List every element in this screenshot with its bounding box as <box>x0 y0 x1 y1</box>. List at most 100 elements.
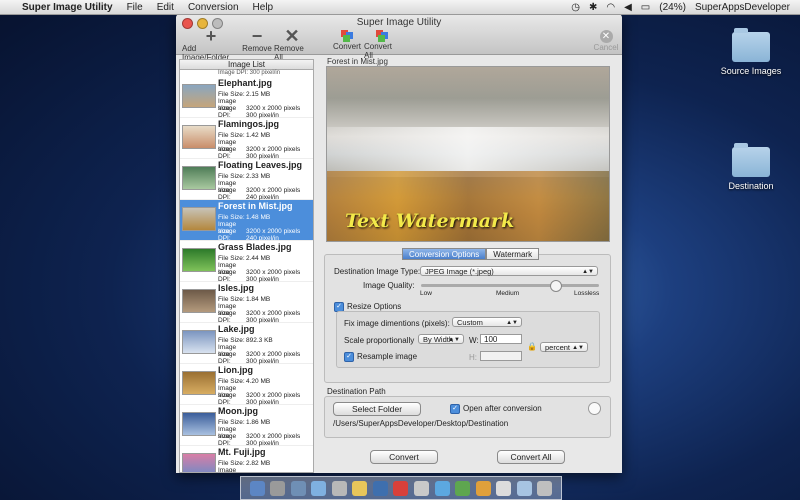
image-name: Mt. Fuji.jpg <box>218 447 266 457</box>
meta-label: File Size: <box>218 337 245 344</box>
lock-icon[interactable]: 🔒 <box>527 342 537 351</box>
launchpad-icon[interactable] <box>270 480 286 496</box>
meta-label: Image size: <box>218 467 237 473</box>
width-input[interactable]: 100 <box>480 334 522 344</box>
image-size-meta: File Size:2.15 MB <box>218 91 270 98</box>
list-item[interactable]: Lake.jpg File Size:892.3 KB Image size: 320… <box>180 323 313 365</box>
add-image-button[interactable]: + Add Image/Folder <box>182 27 240 62</box>
menu-user[interactable]: SuperAppsDeveloper <box>695 2 790 13</box>
list-item[interactable]: Moon.jpg File Size:1.86 MB Image size: 3200… <box>180 405 313 447</box>
quality-slider[interactable] <box>421 280 599 292</box>
scale-proportionally-label: Scale proportionally <box>344 336 415 345</box>
menu-app-name[interactable]: Super Image Utility <box>22 2 113 13</box>
image-name: Flamingos.jpg <box>218 119 280 129</box>
image-size-meta: File Size:1.42 MB <box>218 132 270 139</box>
menu-bar: Super Image Utility File Edit Conversion… <box>0 0 800 15</box>
convert-toolbar-button[interactable]: Convert <box>333 28 362 51</box>
watermark-text: Text Watermark <box>345 210 515 232</box>
list-item[interactable]: Elephant.jpg File Size:2.15 MB Image size:… <box>180 77 313 119</box>
photo-booth-icon[interactable] <box>393 480 409 496</box>
list-item[interactable]: Grass Blades.jpg File Size:2.44 MB Image s… <box>180 241 313 283</box>
wifi-icon[interactable]: ◠ <box>606 2 615 13</box>
open-after-label: Open after conversion <box>463 404 542 414</box>
downloads-icon[interactable] <box>516 480 532 496</box>
width-label: W: <box>469 336 479 345</box>
image-thumbnail <box>182 330 216 354</box>
image-thumbnail <box>182 371 216 395</box>
convert-button[interactable]: Convert <box>370 450 438 464</box>
meta-label: File Size: <box>218 378 245 385</box>
calendar-icon[interactable] <box>372 480 388 496</box>
cancel-toolbar-button[interactable]: ✕ Cancel <box>594 28 618 52</box>
list-item[interactable]: Isles.jpg File Size:1.84 MB Image size: 320… <box>180 282 313 324</box>
convert-all-button[interactable]: Convert All <box>497 450 565 464</box>
desktop-folder-source[interactable]: Source Images <box>711 28 791 76</box>
menu-conversion[interactable]: Conversion <box>188 2 239 13</box>
mail-icon[interactable] <box>331 480 347 496</box>
folder-icon <box>732 28 770 62</box>
mission-control-icon[interactable] <box>290 480 306 496</box>
checkbox-checked-icon: ✓ <box>450 404 460 414</box>
image-dpi-meta: Image DPI: 240 pixel/in <box>218 228 279 242</box>
image-name: Forest in Mist.jpg <box>218 201 293 211</box>
x-icon: ✕ <box>284 26 300 46</box>
image-thumbnail <box>182 453 216 472</box>
app-store-icon[interactable] <box>434 480 450 496</box>
meta-value: 1.84 MB <box>246 296 271 303</box>
menu-file[interactable]: File <box>127 2 143 13</box>
menu-edit[interactable]: Edit <box>157 2 174 13</box>
meta-label: File Size: <box>218 255 245 262</box>
meta-value: 4.20 MB <box>246 378 271 385</box>
app-icon[interactable] <box>455 480 471 496</box>
list-item[interactable]: Forest in Mist.jpg File Size:1.48 MB Image… <box>180 200 313 242</box>
system-preferences-icon[interactable] <box>414 480 430 496</box>
dest-type-select[interactable]: JPEG Image (*.jpeg) ▲▼ <box>420 266 598 276</box>
resample-checkbox[interactable]: ✓ Resample image <box>344 352 417 362</box>
tab-watermark[interactable]: Watermark <box>486 248 540 260</box>
image-thumbnail <box>182 207 216 231</box>
trash-icon[interactable] <box>537 480 553 496</box>
photos-icon[interactable] <box>475 480 491 496</box>
select-folder-button[interactable]: Select Folder <box>333 402 421 416</box>
image-size-meta: File Size:2.82 MB <box>218 460 270 467</box>
safari-icon[interactable] <box>311 480 327 496</box>
tab-conversion-options[interactable]: Conversion Options <box>402 248 487 260</box>
bluetooth-icon[interactable]: ✱ <box>589 2 597 13</box>
meta-label: File Size: <box>218 460 245 467</box>
convert-toolbar-label: Convert <box>333 42 362 51</box>
image-thumbnail <box>182 84 216 108</box>
dock <box>240 476 562 500</box>
battery-icon[interactable]: ▭ <box>641 2 650 13</box>
open-after-checkbox[interactable]: ✓ Open after conversion <box>450 404 542 414</box>
desktop-folder-label: Source Images <box>720 66 782 76</box>
finder-icon[interactable] <box>249 480 265 496</box>
scale-select[interactable]: By Width ▲▼ <box>418 334 464 344</box>
desktop-folder-destination[interactable]: Destination <box>711 143 791 191</box>
remove-all-button[interactable]: ✕ Remove All <box>274 26 310 62</box>
list-item[interactable]: Floating Leaves.jpg File Size:2.33 MB Imag… <box>180 159 313 201</box>
convert-all-toolbar-button[interactable]: Convert All <box>364 28 400 60</box>
image-list: Image List Image DPI: 300 pixel/in Eleph… <box>179 59 314 473</box>
remove-button[interactable]: − Remove <box>242 27 272 53</box>
image-name: Lake.jpg <box>218 324 255 334</box>
meta-label: Image DPI: <box>218 310 237 324</box>
image-thumbnail <box>182 289 216 313</box>
image-name: Moon.jpg <box>218 406 258 416</box>
battery-percent: (24%) <box>659 1 686 13</box>
time-machine-icon[interactable]: ◷ <box>571 2 580 13</box>
fix-dimensions-select[interactable]: Custom ▲▼ <box>452 317 522 327</box>
height-input[interactable] <box>480 351 522 361</box>
list-item[interactable]: Mt. Fuji.jpg File Size:2.82 MBImage size:… <box>180 446 313 473</box>
unit-select[interactable]: percent ▲▼ <box>540 342 588 352</box>
list-item[interactable]: Flamingos.jpg File Size:1.42 MB Image size… <box>180 118 313 160</box>
meta-value: 2.44 MB <box>246 255 271 262</box>
document-icon[interactable] <box>496 480 512 496</box>
notes-icon[interactable] <box>352 480 368 496</box>
meta-label: File Size: <box>218 173 245 180</box>
menu-help[interactable]: Help <box>253 2 274 13</box>
quality-low-label: Low <box>420 290 432 297</box>
meta-label: Image DPI: <box>218 228 237 242</box>
list-item[interactable]: Lion.jpg File Size:4.20 MB Image size: 3200… <box>180 364 313 406</box>
quality-slider-knob[interactable] <box>549 280 562 292</box>
volume-icon[interactable]: ◀ <box>624 2 632 13</box>
